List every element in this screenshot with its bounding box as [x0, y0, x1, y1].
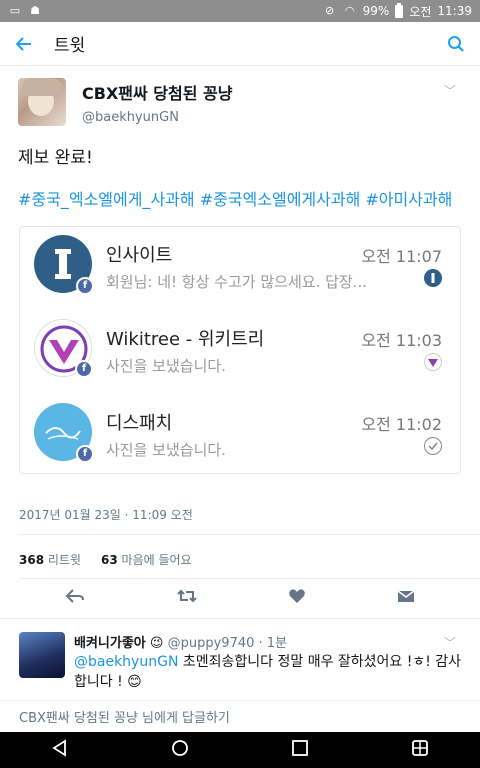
battery-icon — [395, 2, 404, 18]
mention-link[interactable]: @baekhyunGN — [74, 654, 178, 670]
like-stat[interactable]: 63 마음에 들어요 — [101, 551, 192, 568]
chat-message: 사진을 보냈습니다. — [106, 357, 226, 375]
dispatch-logo-icon: f — [34, 403, 94, 463]
reply-display-name[interactable]: 배켜니가좋아 — [74, 636, 146, 651]
display-name[interactable]: CBX팬싸 당첨된 꽁냥 — [82, 80, 232, 104]
reply-header: 배켜니가좋아 😉 @puppy9740 · 1분 — [74, 632, 287, 651]
search-icon — [448, 35, 464, 52]
tweet: CBX팬싸 당첨된 꽁냥 @baekhyunGN ﹀ 제보 완료! #중국_엑소… — [0, 66, 480, 474]
chat-message: 사진을 보냈습니다. — [106, 441, 226, 459]
heart-icon — [289, 588, 306, 603]
reply-icon — [65, 588, 85, 603]
reply-emoji: 😉 — [149, 636, 164, 651]
nav-home-button[interactable] — [171, 739, 189, 761]
tweet-actions — [0, 578, 480, 618]
chevron-down-icon[interactable]: ﹀ — [444, 634, 456, 651]
multiwindow-icon — [412, 740, 428, 756]
status-time: 11:39 — [437, 4, 472, 18]
chat-name: 인사이트 — [106, 245, 173, 266]
app-bar: 트윗 — [0, 22, 480, 66]
avatar[interactable] — [18, 78, 66, 126]
nav-recents-button[interactable] — [291, 739, 309, 761]
circle-home-icon — [172, 740, 188, 756]
reply-tweet[interactable]: 배켜니가좋아 😉 @puppy9740 · 1분 ﹀ @baekhyunGN 초… — [0, 626, 480, 696]
insight-logo-icon: f — [34, 235, 94, 295]
status-bar: ▭ ☗ ⊘ ◠ 99% 오전 11:39 — [0, 0, 480, 22]
reply-input[interactable]: CBX팬싸 당첨된 꽁냥 님에게 답글하기 — [0, 700, 480, 730]
seen-avatar-icon — [424, 269, 442, 287]
wifi-icon: ◠ — [344, 4, 355, 17]
triangle-back-icon — [52, 739, 66, 757]
retweet-count: 368 — [19, 553, 45, 567]
tweet-text: 제보 완료! — [18, 148, 93, 168]
retweet-label: 리트윗 — [47, 553, 82, 567]
search-button[interactable] — [432, 35, 480, 53]
chevron-down-icon[interactable]: ﹀ — [444, 82, 456, 99]
reply-button[interactable] — [65, 588, 85, 609]
chat-row: f 인사이트 오전 11:07 회원님: 네! 항상 수고가 많으세요. 답장.… — [20, 231, 460, 311]
retweet-button[interactable] — [176, 588, 198, 609]
facebook-badge-icon: f — [76, 277, 94, 295]
like-count: 63 — [101, 553, 118, 567]
seen-avatar-icon — [424, 353, 442, 371]
do-not-disturb-icon: ⊘ — [325, 4, 335, 17]
nav-multiwindow-button[interactable] — [411, 739, 429, 761]
chat-time: 오전 11:02 — [361, 415, 442, 434]
arrow-left-icon — [15, 36, 31, 51]
facebook-badge-icon: f — [76, 445, 94, 463]
chat-name: 디스패치 — [106, 413, 173, 434]
divider — [0, 618, 480, 619]
reply-time: · 1분 — [258, 636, 288, 651]
chat-time: 오전 11:03 — [361, 331, 442, 350]
wikitree-logo-icon: f — [34, 319, 93, 378]
nav-back-button[interactable] — [51, 739, 69, 761]
android-notification-icon: ☗ — [30, 4, 40, 17]
navigation-bar — [0, 732, 480, 768]
envelope-icon — [397, 589, 415, 602]
chat-row: f Wikitree - 위키트리 오전 11:03 사진을 보냈습니다. — [20, 315, 460, 395]
like-button[interactable] — [288, 588, 306, 609]
reply-handle[interactable]: @puppy9740 — [168, 636, 255, 651]
tweet-timestamp[interactable]: 2017년 01월 23일 · 11:09 오전 — [19, 506, 193, 523]
chat-row: f 디스패치 오전 11:02 사진을 보냈습니다. — [20, 399, 460, 479]
facebook-badge-icon: f — [75, 360, 93, 378]
user-handle[interactable]: @baekhyunGN — [82, 110, 232, 125]
chat-notification-icon: ▭ — [9, 4, 21, 17]
attached-image[interactable]: f 인사이트 오전 11:07 회원님: 네! 항상 수고가 많으세요. 답장.… — [19, 226, 461, 474]
avatar[interactable] — [19, 632, 65, 678]
chat-name: Wikitree - 위키트리 — [106, 329, 265, 350]
chat-message: 회원님: 네! 항상 수고가 많으세요. 답장... — [106, 273, 367, 291]
tweet-stats: 368 리트윗 63 마음에 들어요 — [19, 551, 192, 568]
sent-check-icon — [424, 437, 442, 455]
chat-time: 오전 11:07 — [361, 247, 442, 266]
tweet-header: CBX팬싸 당첨된 꽁냥 @baekhyunGN ﹀ — [0, 66, 480, 126]
square-recents-icon — [292, 740, 308, 756]
message-button[interactable] — [397, 588, 415, 609]
page-title: 트윗 — [54, 36, 86, 56]
back-button[interactable] — [0, 35, 48, 53]
retweet-icon — [177, 589, 197, 602]
status-ampm: 오전 — [409, 4, 432, 19]
reply-text: @baekhyunGN 초멘죄송합니다 정말 매우 잘하셨어요 !ㅎ! 감사합니… — [74, 652, 468, 692]
tweet-hashtags[interactable]: #중국_엑소엘에게_사과해 #중국엑소엘에게사과해 #아미사과해 — [0, 170, 480, 212]
like-label: 마음에 들어요 — [121, 553, 192, 567]
battery-percent: 99% — [362, 4, 390, 18]
divider — [19, 534, 480, 535]
retweet-stat[interactable]: 368 리트윗 — [19, 551, 81, 568]
